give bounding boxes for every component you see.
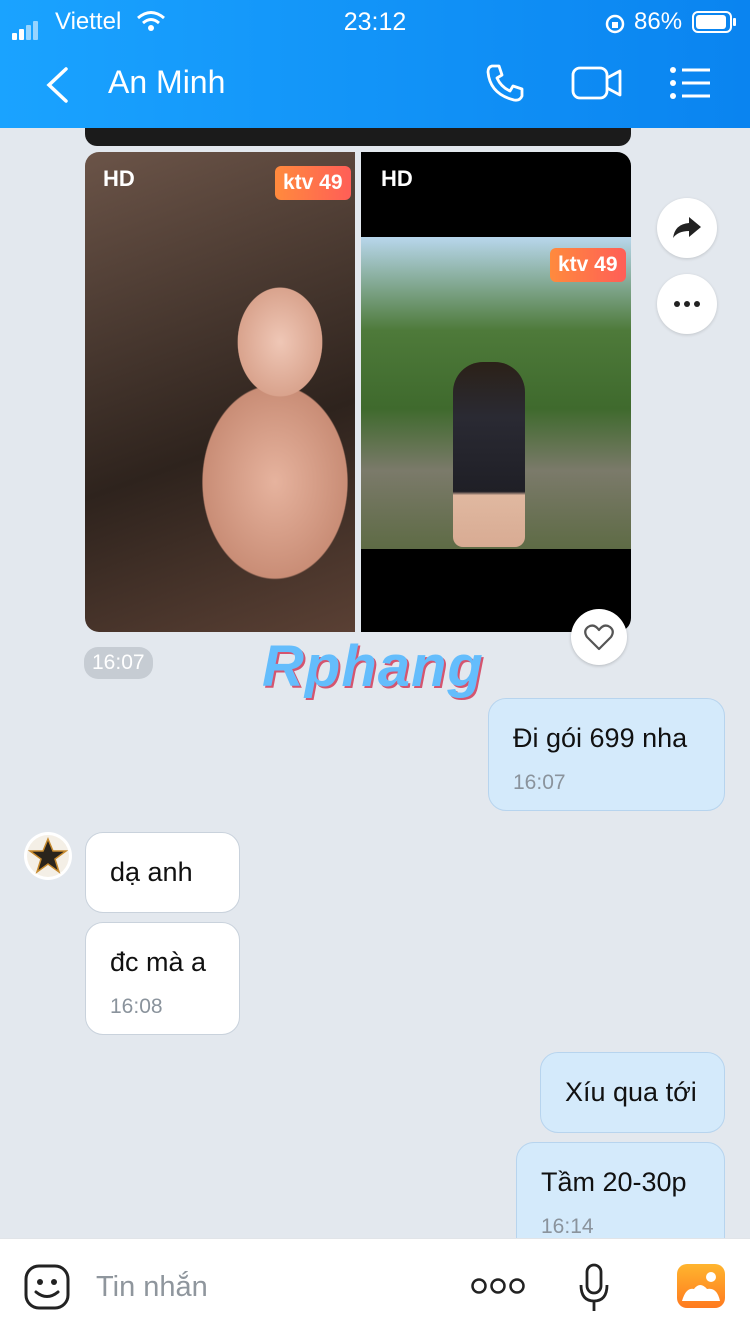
watermark-logo: Rphang (262, 634, 484, 699)
header-bar: Viettel 23:12 86% An Minh (0, 0, 750, 128)
received-message[interactable]: đc mà a 16:08 (85, 922, 240, 1035)
share-button[interactable] (657, 198, 717, 258)
outdoor-photo (361, 237, 631, 549)
back-icon[interactable] (44, 66, 70, 104)
gallery-image-icon[interactable] (676, 1263, 726, 1309)
message-time: 16:07 (513, 771, 566, 794)
person-figure (453, 362, 525, 547)
more-options-button[interactable] (657, 274, 717, 334)
forward-arrow-icon (673, 217, 701, 238)
microphone-icon[interactable] (578, 1263, 610, 1313)
emoji-sticker-icon[interactable] (23, 1263, 71, 1311)
more-options-icon[interactable] (471, 1277, 525, 1295)
star-avatar-icon (27, 835, 69, 877)
ktv-badge: ktv 49 (550, 248, 626, 282)
rotation-lock-icon (605, 14, 625, 34)
hd-label: HD (381, 166, 413, 191)
message-text: Xíu qua tới (565, 1077, 697, 1107)
video-call-icon[interactable] (571, 62, 623, 104)
message-time: 16:08 (110, 995, 163, 1018)
message-text: dạ anh (110, 857, 193, 887)
phone-call-icon[interactable] (484, 62, 526, 104)
photo-message-right[interactable]: HD ktv 49 (361, 152, 631, 632)
message-time: 16:14 (541, 1215, 594, 1238)
sent-message[interactable]: Đi gói 699 nha 16:07 (488, 698, 725, 811)
heart-icon (584, 624, 614, 651)
received-message[interactable]: dạ anh (85, 832, 240, 913)
ktv-badge: ktv 49 (275, 166, 351, 200)
chat-area[interactable]: HD ktv 49 HD ktv 49 16:07 Rphang Đi gói … (0, 128, 750, 1238)
hd-label: HD (103, 166, 135, 191)
previous-photo[interactable] (85, 128, 631, 146)
status-bar: Viettel 23:12 86% (0, 6, 750, 40)
sent-message[interactable]: Tầm 20-30p 16:14 (516, 1142, 725, 1238)
sent-message[interactable]: Xíu qua tới (540, 1052, 725, 1133)
more-dots-icon (674, 301, 700, 307)
photo-message-left[interactable]: HD ktv 49 (85, 152, 355, 632)
battery-icon (692, 11, 736, 33)
message-text: đc mà a (110, 947, 207, 977)
battery-percent: 86% (634, 8, 683, 35)
message-input-bar: Tin nhắn (0, 1238, 750, 1335)
message-text: Đi gói 699 nha (513, 723, 688, 753)
react-heart-button[interactable] (571, 609, 627, 665)
photo-timestamp: 16:07 (84, 647, 153, 679)
menu-list-icon[interactable] (668, 62, 712, 104)
message-input[interactable]: Tin nhắn (96, 1271, 208, 1304)
contact-avatar[interactable] (24, 832, 72, 880)
chat-title[interactable]: An Minh (108, 64, 225, 101)
message-text: Tầm 20-30p (541, 1167, 687, 1197)
